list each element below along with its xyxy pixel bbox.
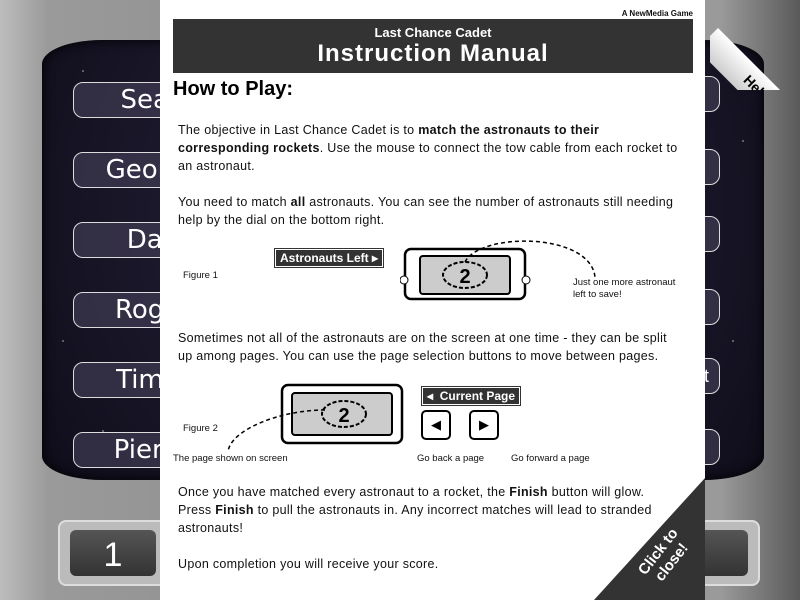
- forward-page-button-illustration: ▶: [469, 410, 499, 440]
- paragraph-pages: Sometimes not all of the astronauts are …: [178, 331, 667, 363]
- help-button[interactable]: Help: [710, 0, 800, 90]
- figure2-dial-illustration: 2: [227, 383, 404, 453]
- figure1-label: Figure 1: [183, 270, 218, 281]
- manual-title: Instruction Manual: [317, 40, 549, 67]
- paragraph-match-all: You need to match all astronauts. You ca…: [178, 195, 674, 227]
- figure1-note: Just one more astronaut left to save!: [573, 277, 676, 300]
- astronauts-left-tag: Astronauts Left ▸: [274, 248, 385, 268]
- figure2-note-back: Go back a page: [417, 453, 485, 464]
- paragraph-score: Upon completion you will receive your sc…: [178, 557, 439, 571]
- figure2-note-page: The page shown on screen: [173, 453, 288, 464]
- figure2-note-forward: Go forward a page: [511, 453, 590, 464]
- page-dial: 1: [58, 520, 168, 586]
- figure2-dial-value: 2: [338, 405, 349, 427]
- game-title: Last Chance Cadet: [374, 25, 492, 40]
- paragraph-finish: Once you have matched every astronaut to…: [178, 485, 652, 535]
- section-heading: How to Play:: [173, 78, 294, 100]
- figure1-dial-value: 2: [459, 266, 470, 288]
- figure2-label: Figure 2: [183, 423, 218, 434]
- page-dial-value: 1: [70, 530, 156, 576]
- credit-text: A NewMedia Game: [621, 9, 693, 18]
- figure1-dial-illustration: 2: [400, 240, 596, 301]
- current-page-tag: ◂ Current Page: [421, 386, 522, 406]
- manual-header: Last Chance Cadet Instruction Manual: [173, 19, 693, 73]
- back-page-button-illustration: ◀: [421, 410, 451, 440]
- paragraph-objective: The objective in Last Chance Cadet is to…: [178, 123, 678, 173]
- instruction-manual-modal: A NewMedia Game Last Chance Cadet Instru…: [160, 0, 705, 600]
